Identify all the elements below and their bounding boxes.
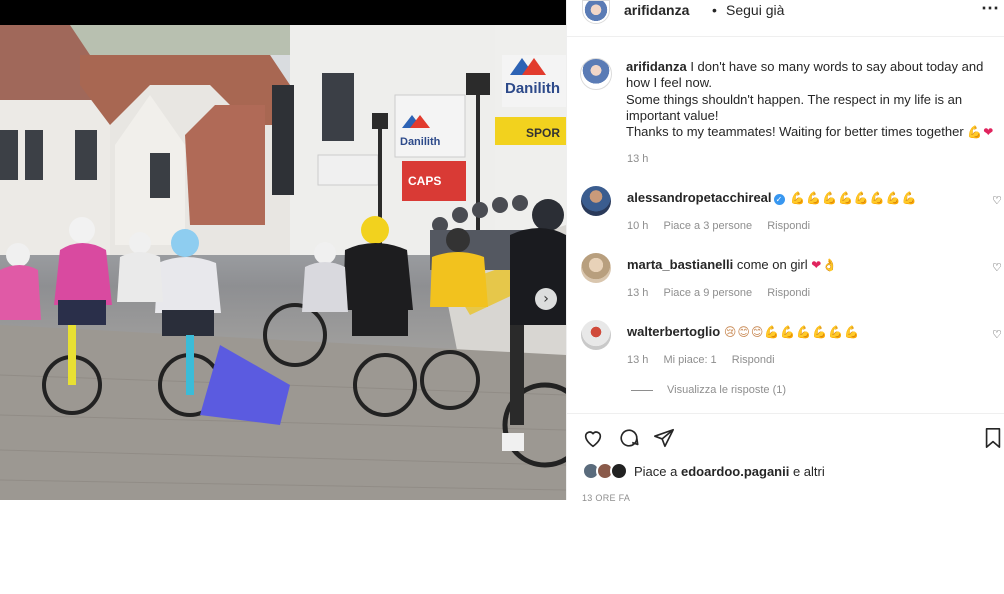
caption-line-2: Some things shouldn't happen. The respec…: [626, 91, 963, 123]
more-horizontal-icon[interactable]: ⋯: [981, 0, 1000, 19]
comment-likes[interactable]: Piace a 9 persone: [663, 287, 752, 299]
comment-username[interactable]: alessandropetacchireal: [627, 190, 772, 205]
comment-meta: 13 h Piace a 9 persone Rispondi: [627, 287, 822, 299]
author-username[interactable]: arifidanza: [624, 2, 689, 18]
likes-suffix[interactable]: e altri: [793, 464, 825, 479]
comment-time[interactable]: 13 h: [627, 354, 648, 366]
comment-body: 💪💪💪💪💪💪💪💪: [790, 191, 918, 205]
verified-badge-icon: ✓: [773, 194, 785, 205]
follow-status-button[interactable]: Segui già: [726, 2, 784, 18]
like-comment-heart-icon[interactable]: ♡: [992, 194, 1002, 207]
actions-divider: [567, 413, 1004, 414]
caption-username[interactable]: arifidanza: [626, 59, 687, 74]
liked-by-text: Piace a edoardoo.paganii e altri: [634, 464, 825, 479]
comment-text: walterbertoglio 😢😊😊💪💪💪💪💪💪: [627, 324, 860, 339]
comment-text: alessandropetacchireal ✓ 💪💪💪💪💪💪💪💪: [627, 190, 918, 205]
comment-meta: 13 h Mi piace: 1 Rispondi: [627, 354, 787, 366]
comment-likes[interactable]: Mi piace: 1: [663, 354, 716, 366]
cycling-race-photo: Danilith Danilith SPOR CAPS: [0, 25, 566, 500]
post-side-panel: arifidanza • Segui già ⋯ arifidanza I do…: [566, 0, 1004, 503]
comment-likes[interactable]: Piace a 3 persone: [663, 220, 752, 232]
comment-body: come on girl: [736, 257, 808, 272]
like-comment-heart-icon[interactable]: ♡: [992, 261, 1002, 274]
sign-danilith-1: Danilith: [400, 136, 441, 148]
caption-line-3: Thanks to my teammates! Waiting for bett…: [626, 124, 964, 140]
author-avatar[interactable]: [582, 0, 610, 24]
comment-avatar[interactable]: [581, 186, 611, 216]
reply-button[interactable]: Rispondi: [767, 287, 810, 299]
heart-icon[interactable]: [582, 427, 604, 449]
bookmark-icon[interactable]: [982, 427, 1004, 449]
comment-icon[interactable]: [618, 427, 640, 449]
reply-button[interactable]: Rispondi: [767, 220, 810, 232]
likes-prefix: Piace a: [634, 464, 678, 479]
caption-author-avatar[interactable]: [580, 58, 612, 90]
post-caption: arifidanza I don't have so many words to…: [626, 59, 1001, 140]
comment-username[interactable]: marta_bastianelli: [627, 257, 733, 272]
caption-timestamp[interactable]: 13 h: [627, 153, 648, 165]
comment-avatar[interactable]: [581, 253, 611, 283]
comment-body: 😢😊😊💪💪💪💪💪💪: [723, 325, 860, 339]
comment-emojis: ❤👌: [811, 258, 839, 272]
liker-username[interactable]: edoardoo.paganii: [681, 464, 789, 479]
view-replies-button[interactable]: Visualizza le risposte (1): [631, 384, 786, 396]
comment-meta: 10 h Piace a 3 persone Rispondi: [627, 220, 822, 232]
next-image-button[interactable]: ›: [535, 288, 557, 310]
media-top-bar: [0, 0, 566, 25]
caption-emojis: 💪❤: [967, 125, 995, 140]
share-icon[interactable]: [653, 427, 675, 449]
comment-avatar[interactable]: [581, 320, 611, 350]
sign-caps: CAPS: [408, 174, 441, 188]
reply-button[interactable]: Rispondi: [732, 354, 775, 366]
post-date[interactable]: 13 ORE FA: [582, 493, 630, 503]
comment-time[interactable]: 13 h: [627, 287, 648, 299]
comment-text: marta_bastianelli come on girl ❤👌: [627, 257, 838, 272]
sign-danilith-2: Danilith: [505, 80, 560, 97]
header-separator: •: [712, 2, 717, 18]
sign-spor: SPOR: [526, 126, 560, 140]
post-photo[interactable]: Danilith Danilith SPOR CAPS ›: [0, 25, 566, 500]
liker-avatar[interactable]: [610, 462, 628, 480]
header-divider: [567, 36, 1004, 37]
like-comment-heart-icon[interactable]: ♡: [992, 328, 1002, 341]
comment-username[interactable]: walterbertoglio: [627, 324, 720, 339]
comment-time[interactable]: 10 h: [627, 220, 648, 232]
